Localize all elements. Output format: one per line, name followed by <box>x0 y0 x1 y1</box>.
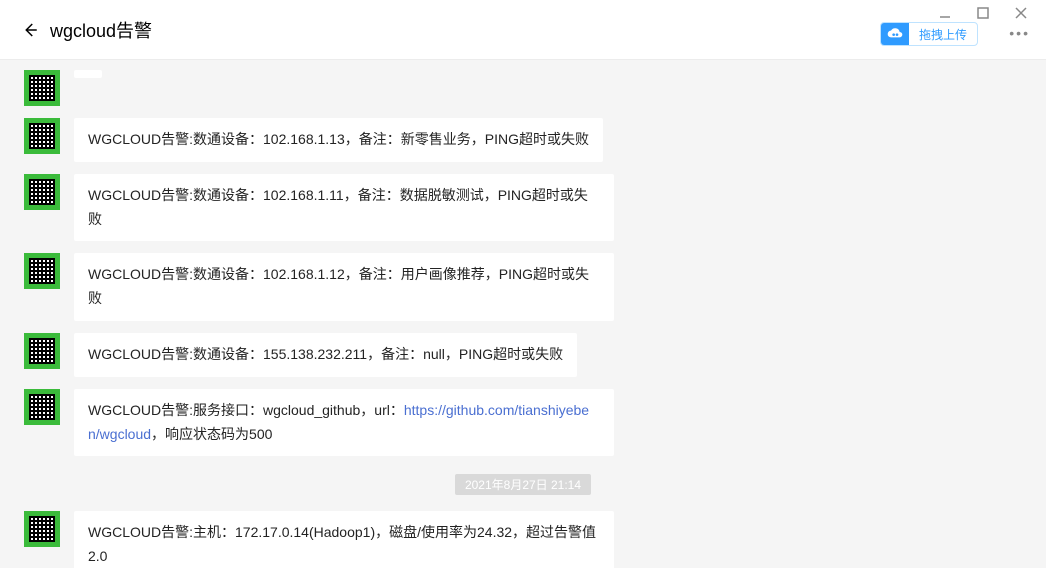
message-text: WGCLOUD告警:服务接口：wgcloud_github，url： <box>88 402 404 418</box>
chat-title: wgcloud告警 <box>50 17 152 43</box>
drag-upload-label: 拖拽上传 <box>909 26 977 43</box>
window-controls <box>938 0 1046 20</box>
avatar[interactable] <box>24 511 60 547</box>
cloud-icon <box>881 23 909 45</box>
chat-area: WGCLOUD告警:数通设备：102.168.1.13，备注：新零售业务，PIN… <box>0 60 1046 568</box>
message-row: WGCLOUD告警:服务接口：wgcloud_github，url：https:… <box>0 383 1046 463</box>
qr-icon <box>29 123 55 149</box>
drag-upload-button[interactable]: 拖拽上传 <box>880 22 978 46</box>
message-row: WGCLOUD告警:数通设备：155.138.232.211，备注：null，P… <box>0 327 1046 383</box>
message-bubble[interactable]: WGCLOUD告警:数通设备：102.168.1.12，备注：用户画像推荐，PI… <box>74 253 614 321</box>
qr-icon <box>29 258 55 284</box>
message-text: ，响应状态码为500 <box>151 426 272 442</box>
message-row: WGCLOUD告警:数通设备：102.168.1.12，备注：用户画像推荐，PI… <box>0 247 1046 327</box>
message-row: WGCLOUD告警:数通设备：102.168.1.13，备注：新零售业务，PIN… <box>0 112 1046 168</box>
message-bubble[interactable]: WGCLOUD告警:数通设备：102.168.1.13，备注：新零售业务，PIN… <box>74 118 603 162</box>
avatar[interactable] <box>24 333 60 369</box>
avatar[interactable] <box>24 70 60 106</box>
avatar[interactable] <box>24 389 60 425</box>
maximize-icon[interactable] <box>976 6 990 20</box>
qr-icon <box>29 338 55 364</box>
avatar[interactable] <box>24 174 60 210</box>
message-row: WGCLOUD告警:数通设备：102.168.1.11，备注：数据脱敏测试，PI… <box>0 168 1046 248</box>
qr-icon <box>29 179 55 205</box>
more-icon[interactable]: ••• <box>1009 25 1030 41</box>
minimize-icon[interactable] <box>938 6 952 20</box>
qr-icon <box>29 394 55 420</box>
avatar[interactable] <box>24 118 60 154</box>
message-bubble[interactable]: WGCLOUD告警:服务接口：wgcloud_github，url：https:… <box>74 389 614 457</box>
message-bubble[interactable]: WGCLOUD告警:数通设备：155.138.232.211，备注：null，P… <box>74 333 577 377</box>
message-row: WGCLOUD告警:主机：172.17.0.14(Hadoop1)，磁盘/使用率… <box>0 505 1046 568</box>
close-icon[interactable] <box>1014 6 1028 20</box>
titlebar: wgcloud告警 拖拽上传 ••• <box>0 0 1046 60</box>
timestamp: 2021年8月27日 21:14 <box>455 474 591 495</box>
back-icon[interactable] <box>20 20 40 40</box>
message-bubble[interactable]: WGCLOUD告警:主机：172.17.0.14(Hadoop1)，磁盘/使用率… <box>74 511 614 568</box>
timestamp-row: 2021年8月27日 21:14 <box>0 462 1046 505</box>
qr-icon <box>29 75 55 101</box>
message-bubble[interactable]: WGCLOUD告警:数通设备：102.168.1.11，备注：数据脱敏测试，PI… <box>74 174 614 242</box>
message-bubble[interactable] <box>74 70 102 78</box>
avatar[interactable] <box>24 253 60 289</box>
message-row <box>0 64 1046 112</box>
qr-icon <box>29 516 55 542</box>
